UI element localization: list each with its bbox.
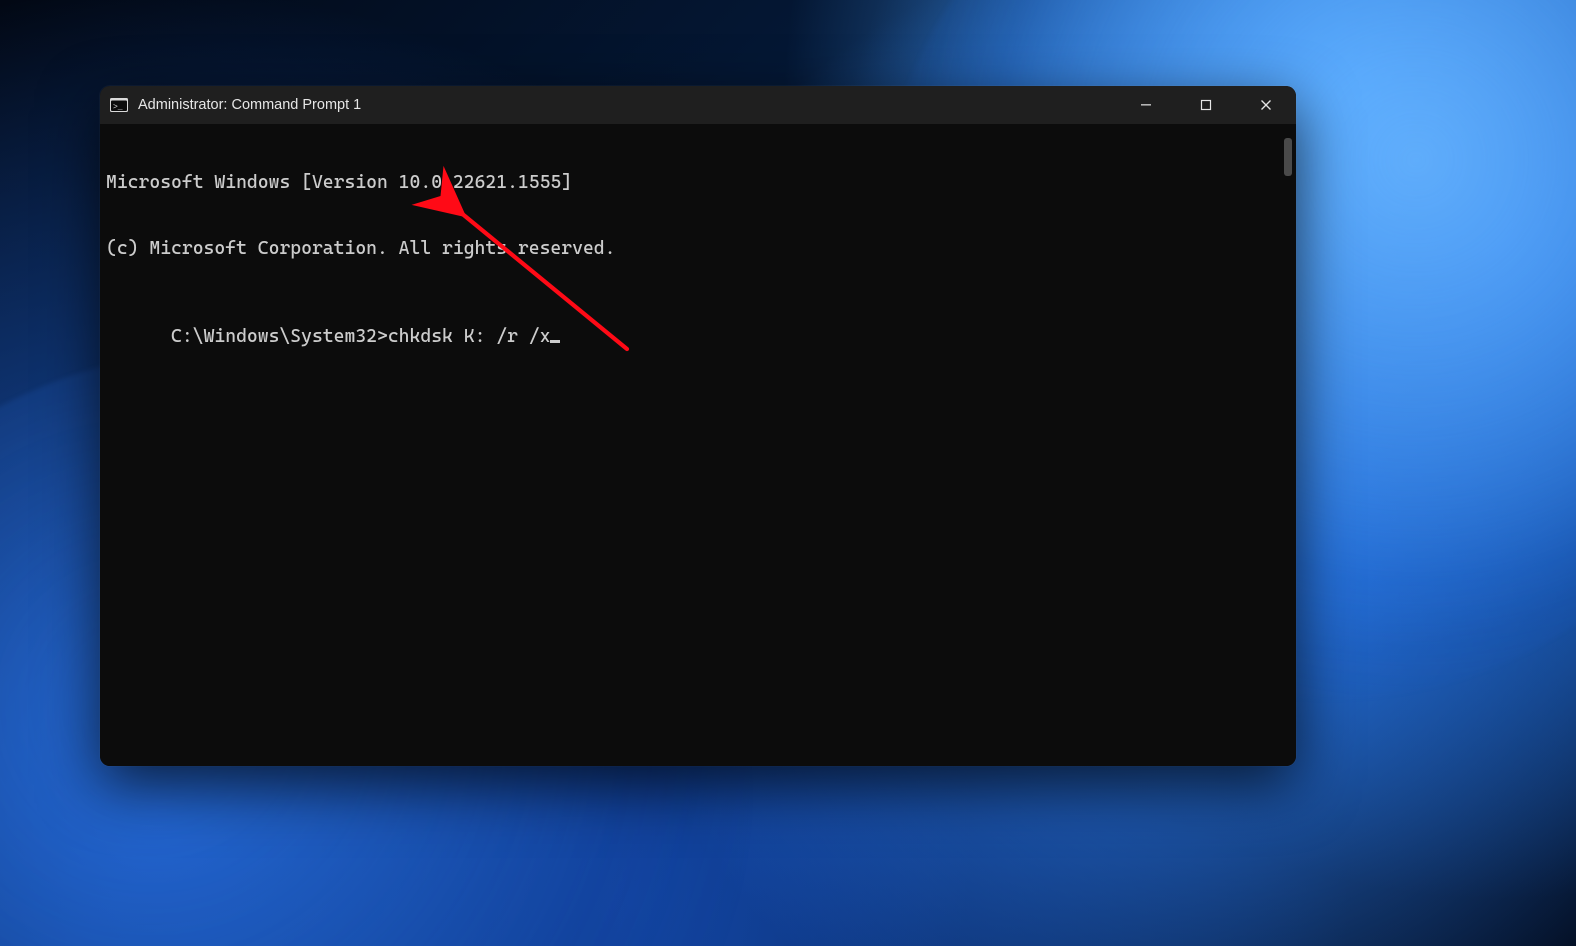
close-button[interactable] xyxy=(1236,86,1296,124)
terminal-line: Microsoft Windows [Version 10.0.22621.15… xyxy=(106,172,1290,194)
window-titlebar[interactable]: >_ Administrator: Command Prompt 1 xyxy=(100,86,1296,124)
terminal-line: (c) Microsoft Corporation. All rights re… xyxy=(106,238,1290,260)
terminal-command-input[interactable]: chkdsk K: /r /x xyxy=(388,326,551,347)
terminal-output-area[interactable]: Microsoft Windows [Version 10.0.22621.15… xyxy=(100,124,1296,766)
window-controls xyxy=(1116,86,1296,124)
maximize-button[interactable] xyxy=(1176,86,1236,124)
cmd-app-icon: >_ xyxy=(110,98,128,112)
svg-text:>_: >_ xyxy=(113,103,123,112)
desktop-wallpaper: >_ Administrator: Command Prompt 1 xyxy=(0,0,1576,946)
scrollbar-track[interactable] xyxy=(1280,128,1294,762)
titlebar-left: >_ Administrator: Command Prompt 1 xyxy=(100,97,361,113)
window-title: Administrator: Command Prompt 1 xyxy=(138,97,361,113)
minimize-button[interactable] xyxy=(1116,86,1176,124)
command-prompt-window: >_ Administrator: Command Prompt 1 xyxy=(100,86,1296,766)
terminal-prompt: C:\Windows\System32> xyxy=(171,326,388,347)
scrollbar-thumb[interactable] xyxy=(1284,138,1292,176)
text-cursor xyxy=(550,340,560,343)
